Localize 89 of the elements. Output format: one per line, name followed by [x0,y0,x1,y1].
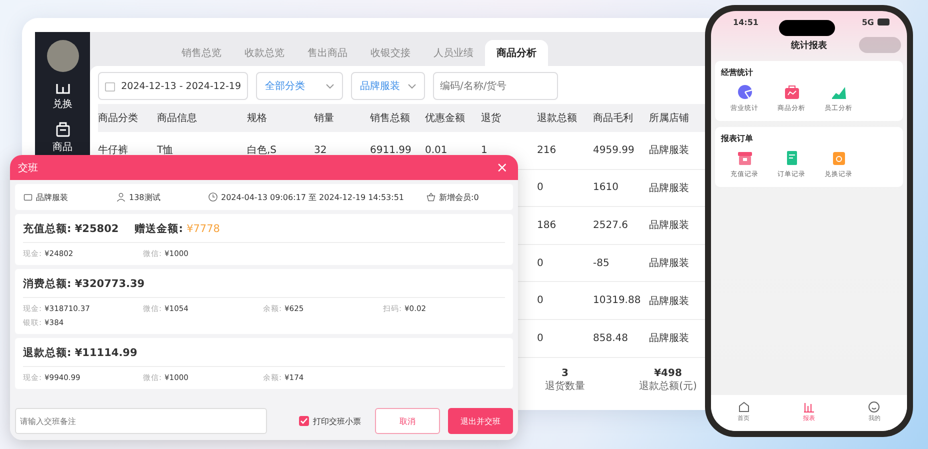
table-cell-text: 858.48 [593,332,629,344]
status-time: 14:51 [733,18,758,26]
chevron-down-icon [408,84,416,88]
card-title: 报表订单 [721,133,754,144]
pie-chart-icon [736,84,752,100]
table-cell-text: 品牌服装 [649,332,690,346]
battery-icon [877,18,891,26]
column-header: 退款总额 [537,112,578,125]
table-cell-text: 186 [537,220,558,231]
table-cell-text: 品牌服装 [649,144,690,158]
column-header: 退货 [481,112,502,125]
store-icon [23,192,33,202]
table-cell-text: 1 [481,144,488,156]
avatar [46,40,78,72]
basket-icon [426,192,436,202]
search-field[interactable]: 编码/名称/货号 [433,72,558,100]
info-text: 2024-04-13 09:06:17 至 2024-12-19 14:53:51 [221,192,404,202]
table-cell-text: 6911.99 [370,144,412,156]
smiley-icon [868,401,880,413]
column-header: 销售总额 [370,112,411,125]
table-cell-text: 0 [537,295,544,306]
tab[interactable]: 销售总览 [170,40,233,66]
user-icon [116,192,126,202]
table-cell-text: 32 [314,144,328,156]
info-text: 新增会员:0 [439,192,479,202]
sidebar-item[interactable]: 兑换 [52,82,72,111]
calendar-icon [105,80,116,92]
table-cell-text: 品牌服装 [649,294,690,308]
summary-label: 退货数量 [545,380,585,393]
total-amount: 充值总额: ¥25802 [23,222,119,236]
bar-chart-icon [802,401,815,413]
table-cell-text: 0 [537,182,544,194]
dialog-title: 交班 [18,162,38,174]
table-cell-text: 品牌服装 [649,182,690,195]
total-amount: 退款总额: ¥11114.99 [23,346,138,360]
bag-icon [54,121,70,137]
table-cell-text: 牛仔裤 [98,144,129,158]
info-text: 138测试 [129,192,160,202]
remark-field[interactable]: 请输入交班备注 [15,408,267,434]
network-label: 5G [862,18,874,26]
total-amount: 赠送金额: ¥7778 [134,222,220,236]
box-icon [736,150,752,166]
table-cell-text: 10319.88 [593,295,642,306]
dynamic-island [779,20,835,36]
column-header: 规格 [247,112,268,125]
confirm-button[interactable]: 退出并交班 [448,408,513,434]
table-cell-text: 0 [537,332,544,344]
sidebar-item[interactable]: 商品 [52,121,72,154]
close-button[interactable]: × [494,160,510,176]
store-dropdown[interactable]: 品牌服装 [351,72,425,100]
table-cell-text: -85 [593,258,610,269]
checkbox[interactable] [299,416,309,426]
table-cell-text: 2527.6 [593,220,629,231]
tab[interactable]: 人员业绩 [422,40,485,66]
column-header: 销量 [314,112,335,125]
table-cell-text: 白色,S [247,144,278,158]
total-amount: 消费总额: ¥320773.39 [23,277,145,291]
column-header: 优惠金额 [425,112,466,125]
table-cell-text: T恤 [157,144,174,158]
table-cell-text: 4959.99 [593,144,636,156]
table-cell-text: 0 [537,258,544,269]
table-cell-text: 品牌服装 [649,256,690,270]
cancel-button[interactable]: 取消 [375,408,440,434]
summary-value: ¥498 [654,368,682,379]
column-header: 商品信息 [157,112,198,125]
tab[interactable]: 收款总览 [233,40,296,66]
card-title: 经营统计 [721,67,754,78]
page-title: 统计报表 [791,39,827,52]
info-text: 品牌服装 [36,192,68,202]
bag-icon [784,84,800,100]
tab[interactable]: 商品分析 [485,40,548,66]
date-range-field[interactable]: 2024-12-13 - 2024-12-19 [98,72,248,100]
column-header: 所属店铺 [649,112,690,125]
column-header: 商品毛利 [593,112,634,125]
home-icon [738,401,750,413]
column-header: 商品分类 [98,112,139,125]
category-dropdown[interactable]: 全部分类 [256,72,343,100]
chevron-down-icon [326,84,334,88]
clock-icon [208,192,218,202]
tab[interactable]: 收银交接 [359,40,422,66]
table-cell-text: 216 [537,144,558,156]
table-cell-text: 品牌服装 [649,218,690,232]
table-cell-text: 0.01 [425,144,448,156]
check-icon [300,417,308,425]
table-cell-text: 1610 [593,182,620,194]
summary-value: 3 [562,368,568,379]
tab[interactable]: 售出商品 [296,40,359,66]
checkbox-label: 打印交班小票 [313,416,361,426]
summary-label: 退款总额(元) [639,380,697,393]
